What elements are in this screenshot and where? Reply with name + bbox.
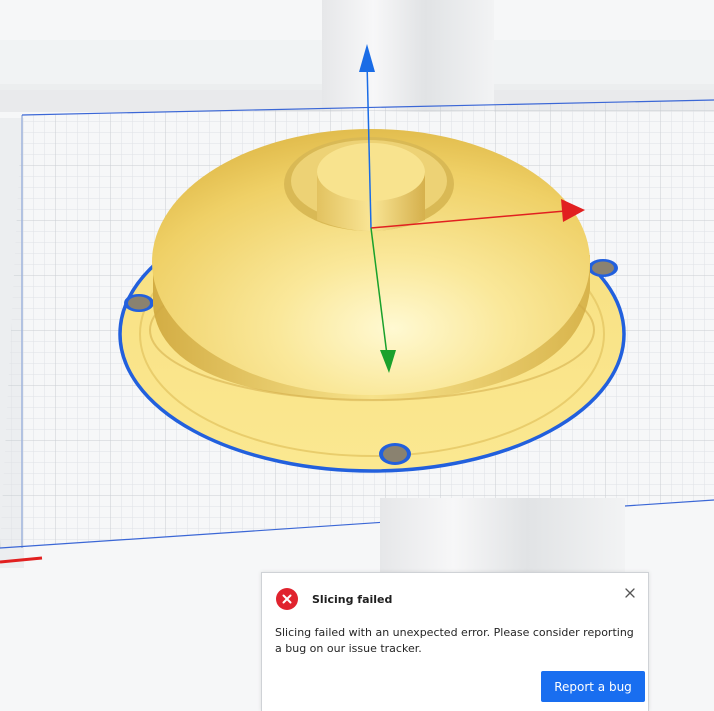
close-icon[interactable]	[622, 585, 638, 601]
dialog-message: Slicing failed with an unexpected error.…	[275, 626, 634, 655]
back-tower	[322, 0, 494, 112]
error-icon	[276, 588, 298, 610]
report-bug-button[interactable]: Report a bug	[541, 671, 645, 702]
dialog-title: Slicing failed	[312, 592, 393, 606]
mounting-hole-right	[588, 259, 618, 277]
dialog-header: Slicing failed	[276, 587, 392, 611]
mounting-hole-front	[379, 443, 411, 465]
mounting-hole-left	[124, 294, 154, 312]
slicing-failed-dialog: Slicing failed Slicing failed with an un…	[261, 572, 649, 711]
front-tower	[380, 498, 625, 573]
